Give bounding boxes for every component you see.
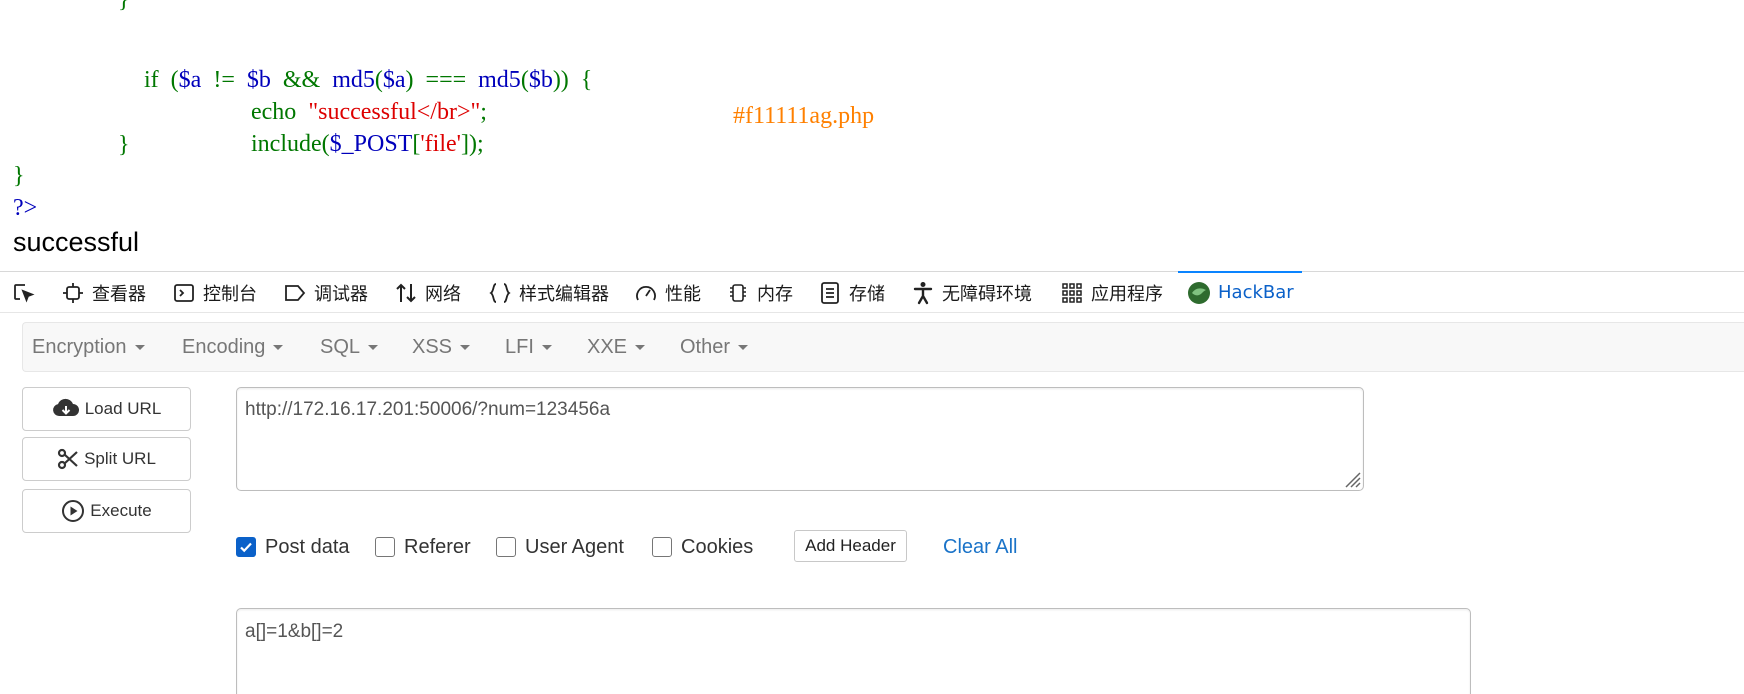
hackbar-menu-bar: Encryption Encoding SQL XSS LFI XXE Othe… [22,322,1744,372]
play-circle-icon [61,499,85,523]
resize-grip-icon[interactable] [1341,468,1361,488]
menu-other[interactable]: Other [680,323,749,371]
code-inner-close: } [118,132,130,158]
menu-encoding[interactable]: Encoding [182,323,284,371]
style-editor-icon [487,280,513,306]
hackbar-icon [1186,280,1212,306]
post-data-value: a[]=1&b[]=2 [245,621,344,642]
caret-down-icon [541,344,552,350]
storage-icon [817,280,843,306]
caret-down-icon [635,344,646,350]
add-header-button[interactable]: Add Header [794,530,907,562]
caret-down-icon [134,344,145,350]
menu-xxe[interactable]: XXE [587,323,646,371]
cookies-checkbox[interactable]: Cookies [652,532,753,562]
tab-application[interactable]: 应用程序 [1059,272,1163,313]
element-picker-icon [10,280,36,306]
code-outer-close: } [13,163,25,189]
url-textarea[interactable]: http://172.16.17.201:50006/?num=123456a [236,387,1364,491]
tab-accessibility[interactable]: 无障碍环境 [910,272,1032,313]
code-brace: } [118,0,130,13]
split-url-button[interactable]: Split URL [22,437,191,481]
php-source-view: } if ($a != $b && md5($a) === md5($b)) {… [0,0,1744,270]
tab-console[interactable]: 控制台 [171,272,257,313]
checkbox-icon [496,537,516,557]
code-php-end: ?> [13,195,38,221]
referer-checkbox[interactable]: Referer [375,532,471,562]
element-picker-button[interactable] [10,272,42,313]
post-data-textarea[interactable]: a[]=1&b[]=2 [236,608,1471,694]
url-value: http://172.16.17.201:50006/?num=123456a [245,399,611,420]
inspector-icon [60,280,86,306]
menu-xss[interactable]: XSS [412,323,471,371]
user-agent-checkbox[interactable]: User Agent [496,532,624,562]
caret-down-icon [273,344,284,350]
devtools-toolbar: 查看器 控制台 调试器 网络 样式编辑器 性能 内存 存储 无障碍环境 应用程序… [0,271,1744,313]
tab-performance[interactable]: 性能 [633,272,701,313]
checkbox-icon [652,537,672,557]
caret-down-icon [460,344,471,350]
scissors-icon [57,448,79,470]
tab-style-editor[interactable]: 样式编辑器 [487,272,609,313]
console-icon [171,280,197,306]
checkbox-icon [375,537,395,557]
menu-lfi[interactable]: LFI [505,323,552,371]
performance-icon [633,280,659,306]
tab-debugger[interactable]: 调试器 [282,272,368,313]
tab-network[interactable]: 网络 [393,272,461,313]
load-url-button[interactable]: Load URL [22,387,191,431]
post-data-checkbox[interactable]: Post data [236,532,350,562]
accessibility-icon [910,280,936,306]
checkbox-checked-icon [236,537,256,557]
code-line-include: include($_POST['file']); [251,131,484,157]
tab-hackbar[interactable]: HackBar [1178,271,1302,313]
network-icon [393,280,419,306]
debugger-icon [282,280,308,306]
clear-all-link[interactable]: Clear All [943,532,1017,562]
menu-encryption[interactable]: Encryption [32,323,145,371]
menu-sql[interactable]: SQL [320,323,379,371]
tab-memory[interactable]: 内存 [725,272,793,313]
cloud-download-icon [52,398,80,420]
code-comment: #f11111ag.php [733,103,875,129]
tab-storage[interactable]: 存储 [817,272,885,313]
caret-down-icon [738,344,749,350]
output-text: successful [13,227,140,257]
caret-down-icon [368,344,379,350]
application-icon [1059,280,1085,306]
memory-icon [725,280,751,306]
tab-inspector[interactable]: 查看器 [60,272,146,313]
execute-button[interactable]: Execute [22,489,191,533]
